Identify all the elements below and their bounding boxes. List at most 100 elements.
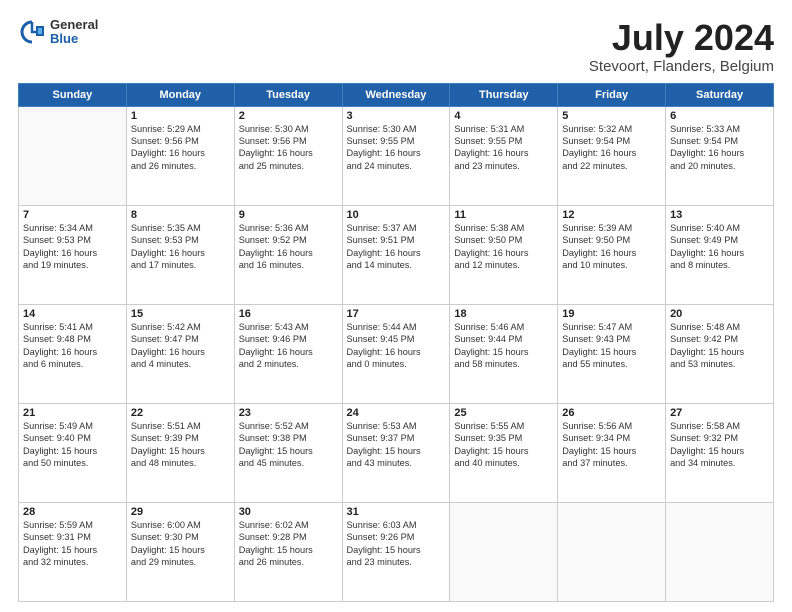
calendar-cell: 20Sunrise: 5:48 AM Sunset: 9:42 PM Dayli… xyxy=(666,304,774,403)
calendar-header-friday: Friday xyxy=(558,83,666,106)
calendar-cell: 19Sunrise: 5:47 AM Sunset: 9:43 PM Dayli… xyxy=(558,304,666,403)
cell-info: Sunrise: 5:29 AM Sunset: 9:56 PM Dayligh… xyxy=(131,123,230,173)
cell-info: Sunrise: 6:02 AM Sunset: 9:28 PM Dayligh… xyxy=(239,519,338,569)
calendar-cell xyxy=(19,106,127,205)
day-number: 25 xyxy=(454,407,553,419)
cell-info: Sunrise: 5:41 AM Sunset: 9:48 PM Dayligh… xyxy=(23,321,122,371)
day-number: 21 xyxy=(23,407,122,419)
day-number: 7 xyxy=(23,209,122,221)
calendar-header-thursday: Thursday xyxy=(450,83,558,106)
calendar-cell xyxy=(666,502,774,601)
cell-info: Sunrise: 5:38 AM Sunset: 9:50 PM Dayligh… xyxy=(454,222,553,272)
cell-info: Sunrise: 5:39 AM Sunset: 9:50 PM Dayligh… xyxy=(562,222,661,272)
day-number: 29 xyxy=(131,506,230,518)
calendar-header-monday: Monday xyxy=(126,83,234,106)
calendar-cell xyxy=(558,502,666,601)
header: General Blue July 2024 Stevoort, Flander… xyxy=(18,18,774,75)
day-number: 27 xyxy=(670,407,769,419)
subtitle: Stevoort, Flanders, Belgium xyxy=(589,58,774,75)
calendar-cell: 3Sunrise: 5:30 AM Sunset: 9:55 PM Daylig… xyxy=(342,106,450,205)
calendar-cell: 15Sunrise: 5:42 AM Sunset: 9:47 PM Dayli… xyxy=(126,304,234,403)
day-number: 15 xyxy=(131,308,230,320)
cell-info: Sunrise: 5:42 AM Sunset: 9:47 PM Dayligh… xyxy=(131,321,230,371)
day-number: 12 xyxy=(562,209,661,221)
cell-info: Sunrise: 5:55 AM Sunset: 9:35 PM Dayligh… xyxy=(454,420,553,470)
cell-info: Sunrise: 5:43 AM Sunset: 9:46 PM Dayligh… xyxy=(239,321,338,371)
day-number: 3 xyxy=(347,110,446,122)
calendar-cell: 6Sunrise: 5:33 AM Sunset: 9:54 PM Daylig… xyxy=(666,106,774,205)
cell-info: Sunrise: 5:40 AM Sunset: 9:49 PM Dayligh… xyxy=(670,222,769,272)
calendar-cell xyxy=(450,502,558,601)
day-number: 4 xyxy=(454,110,553,122)
day-number: 8 xyxy=(131,209,230,221)
day-number: 16 xyxy=(239,308,338,320)
day-number: 31 xyxy=(347,506,446,518)
cell-info: Sunrise: 5:30 AM Sunset: 9:55 PM Dayligh… xyxy=(347,123,446,173)
day-number: 1 xyxy=(131,110,230,122)
calendar-cell: 31Sunrise: 6:03 AM Sunset: 9:26 PM Dayli… xyxy=(342,502,450,601)
day-number: 11 xyxy=(454,209,553,221)
calendar-table: SundayMondayTuesdayWednesdayThursdayFrid… xyxy=(18,83,774,602)
day-number: 2 xyxy=(239,110,338,122)
day-number: 13 xyxy=(670,209,769,221)
calendar-cell: 4Sunrise: 5:31 AM Sunset: 9:55 PM Daylig… xyxy=(450,106,558,205)
calendar-cell: 24Sunrise: 5:53 AM Sunset: 9:37 PM Dayli… xyxy=(342,403,450,502)
cell-info: Sunrise: 5:46 AM Sunset: 9:44 PM Dayligh… xyxy=(454,321,553,371)
day-number: 20 xyxy=(670,308,769,320)
day-number: 5 xyxy=(562,110,661,122)
calendar-cell: 5Sunrise: 5:32 AM Sunset: 9:54 PM Daylig… xyxy=(558,106,666,205)
logo-blue-text: Blue xyxy=(50,32,98,46)
cell-info: Sunrise: 5:36 AM Sunset: 9:52 PM Dayligh… xyxy=(239,222,338,272)
calendar-cell: 17Sunrise: 5:44 AM Sunset: 9:45 PM Dayli… xyxy=(342,304,450,403)
day-number: 30 xyxy=(239,506,338,518)
calendar-week-4: 21Sunrise: 5:49 AM Sunset: 9:40 PM Dayli… xyxy=(19,403,774,502)
calendar-header-row: SundayMondayTuesdayWednesdayThursdayFrid… xyxy=(19,83,774,106)
calendar-cell: 26Sunrise: 5:56 AM Sunset: 9:34 PM Dayli… xyxy=(558,403,666,502)
calendar-cell: 14Sunrise: 5:41 AM Sunset: 9:48 PM Dayli… xyxy=(19,304,127,403)
title-block: July 2024 Stevoort, Flanders, Belgium xyxy=(589,18,774,75)
day-number: 9 xyxy=(239,209,338,221)
calendar-cell: 18Sunrise: 5:46 AM Sunset: 9:44 PM Dayli… xyxy=(450,304,558,403)
calendar-cell: 16Sunrise: 5:43 AM Sunset: 9:46 PM Dayli… xyxy=(234,304,342,403)
day-number: 23 xyxy=(239,407,338,419)
calendar-week-3: 14Sunrise: 5:41 AM Sunset: 9:48 PM Dayli… xyxy=(19,304,774,403)
logo-icon xyxy=(18,18,46,46)
calendar-cell: 28Sunrise: 5:59 AM Sunset: 9:31 PM Dayli… xyxy=(19,502,127,601)
calendar-week-2: 7Sunrise: 5:34 AM Sunset: 9:53 PM Daylig… xyxy=(19,205,774,304)
cell-info: Sunrise: 5:58 AM Sunset: 9:32 PM Dayligh… xyxy=(670,420,769,470)
day-number: 24 xyxy=(347,407,446,419)
cell-info: Sunrise: 5:47 AM Sunset: 9:43 PM Dayligh… xyxy=(562,321,661,371)
cell-info: Sunrise: 5:59 AM Sunset: 9:31 PM Dayligh… xyxy=(23,519,122,569)
cell-info: Sunrise: 5:51 AM Sunset: 9:39 PM Dayligh… xyxy=(131,420,230,470)
calendar-header-wednesday: Wednesday xyxy=(342,83,450,106)
calendar-header-sunday: Sunday xyxy=(19,83,127,106)
cell-info: Sunrise: 6:00 AM Sunset: 9:30 PM Dayligh… xyxy=(131,519,230,569)
calendar-cell: 11Sunrise: 5:38 AM Sunset: 9:50 PM Dayli… xyxy=(450,205,558,304)
calendar-cell: 7Sunrise: 5:34 AM Sunset: 9:53 PM Daylig… xyxy=(19,205,127,304)
day-number: 18 xyxy=(454,308,553,320)
cell-info: Sunrise: 5:56 AM Sunset: 9:34 PM Dayligh… xyxy=(562,420,661,470)
cell-info: Sunrise: 5:34 AM Sunset: 9:53 PM Dayligh… xyxy=(23,222,122,272)
day-number: 22 xyxy=(131,407,230,419)
day-number: 26 xyxy=(562,407,661,419)
cell-info: Sunrise: 5:37 AM Sunset: 9:51 PM Dayligh… xyxy=(347,222,446,272)
day-number: 19 xyxy=(562,308,661,320)
calendar-cell: 13Sunrise: 5:40 AM Sunset: 9:49 PM Dayli… xyxy=(666,205,774,304)
day-number: 17 xyxy=(347,308,446,320)
logo-general-text: General xyxy=(50,18,98,32)
cell-info: Sunrise: 5:33 AM Sunset: 9:54 PM Dayligh… xyxy=(670,123,769,173)
logo: General Blue xyxy=(18,18,98,47)
day-number: 28 xyxy=(23,506,122,518)
calendar-cell: 1Sunrise: 5:29 AM Sunset: 9:56 PM Daylig… xyxy=(126,106,234,205)
cell-info: Sunrise: 5:32 AM Sunset: 9:54 PM Dayligh… xyxy=(562,123,661,173)
calendar-header-tuesday: Tuesday xyxy=(234,83,342,106)
calendar-week-1: 1Sunrise: 5:29 AM Sunset: 9:56 PM Daylig… xyxy=(19,106,774,205)
calendar-cell: 12Sunrise: 5:39 AM Sunset: 9:50 PM Dayli… xyxy=(558,205,666,304)
cell-info: Sunrise: 5:52 AM Sunset: 9:38 PM Dayligh… xyxy=(239,420,338,470)
day-number: 6 xyxy=(670,110,769,122)
cell-info: Sunrise: 5:30 AM Sunset: 9:56 PM Dayligh… xyxy=(239,123,338,173)
page: General Blue July 2024 Stevoort, Flander… xyxy=(0,0,792,612)
logo-text: General Blue xyxy=(50,18,98,47)
cell-info: Sunrise: 5:35 AM Sunset: 9:53 PM Dayligh… xyxy=(131,222,230,272)
calendar-cell: 22Sunrise: 5:51 AM Sunset: 9:39 PM Dayli… xyxy=(126,403,234,502)
